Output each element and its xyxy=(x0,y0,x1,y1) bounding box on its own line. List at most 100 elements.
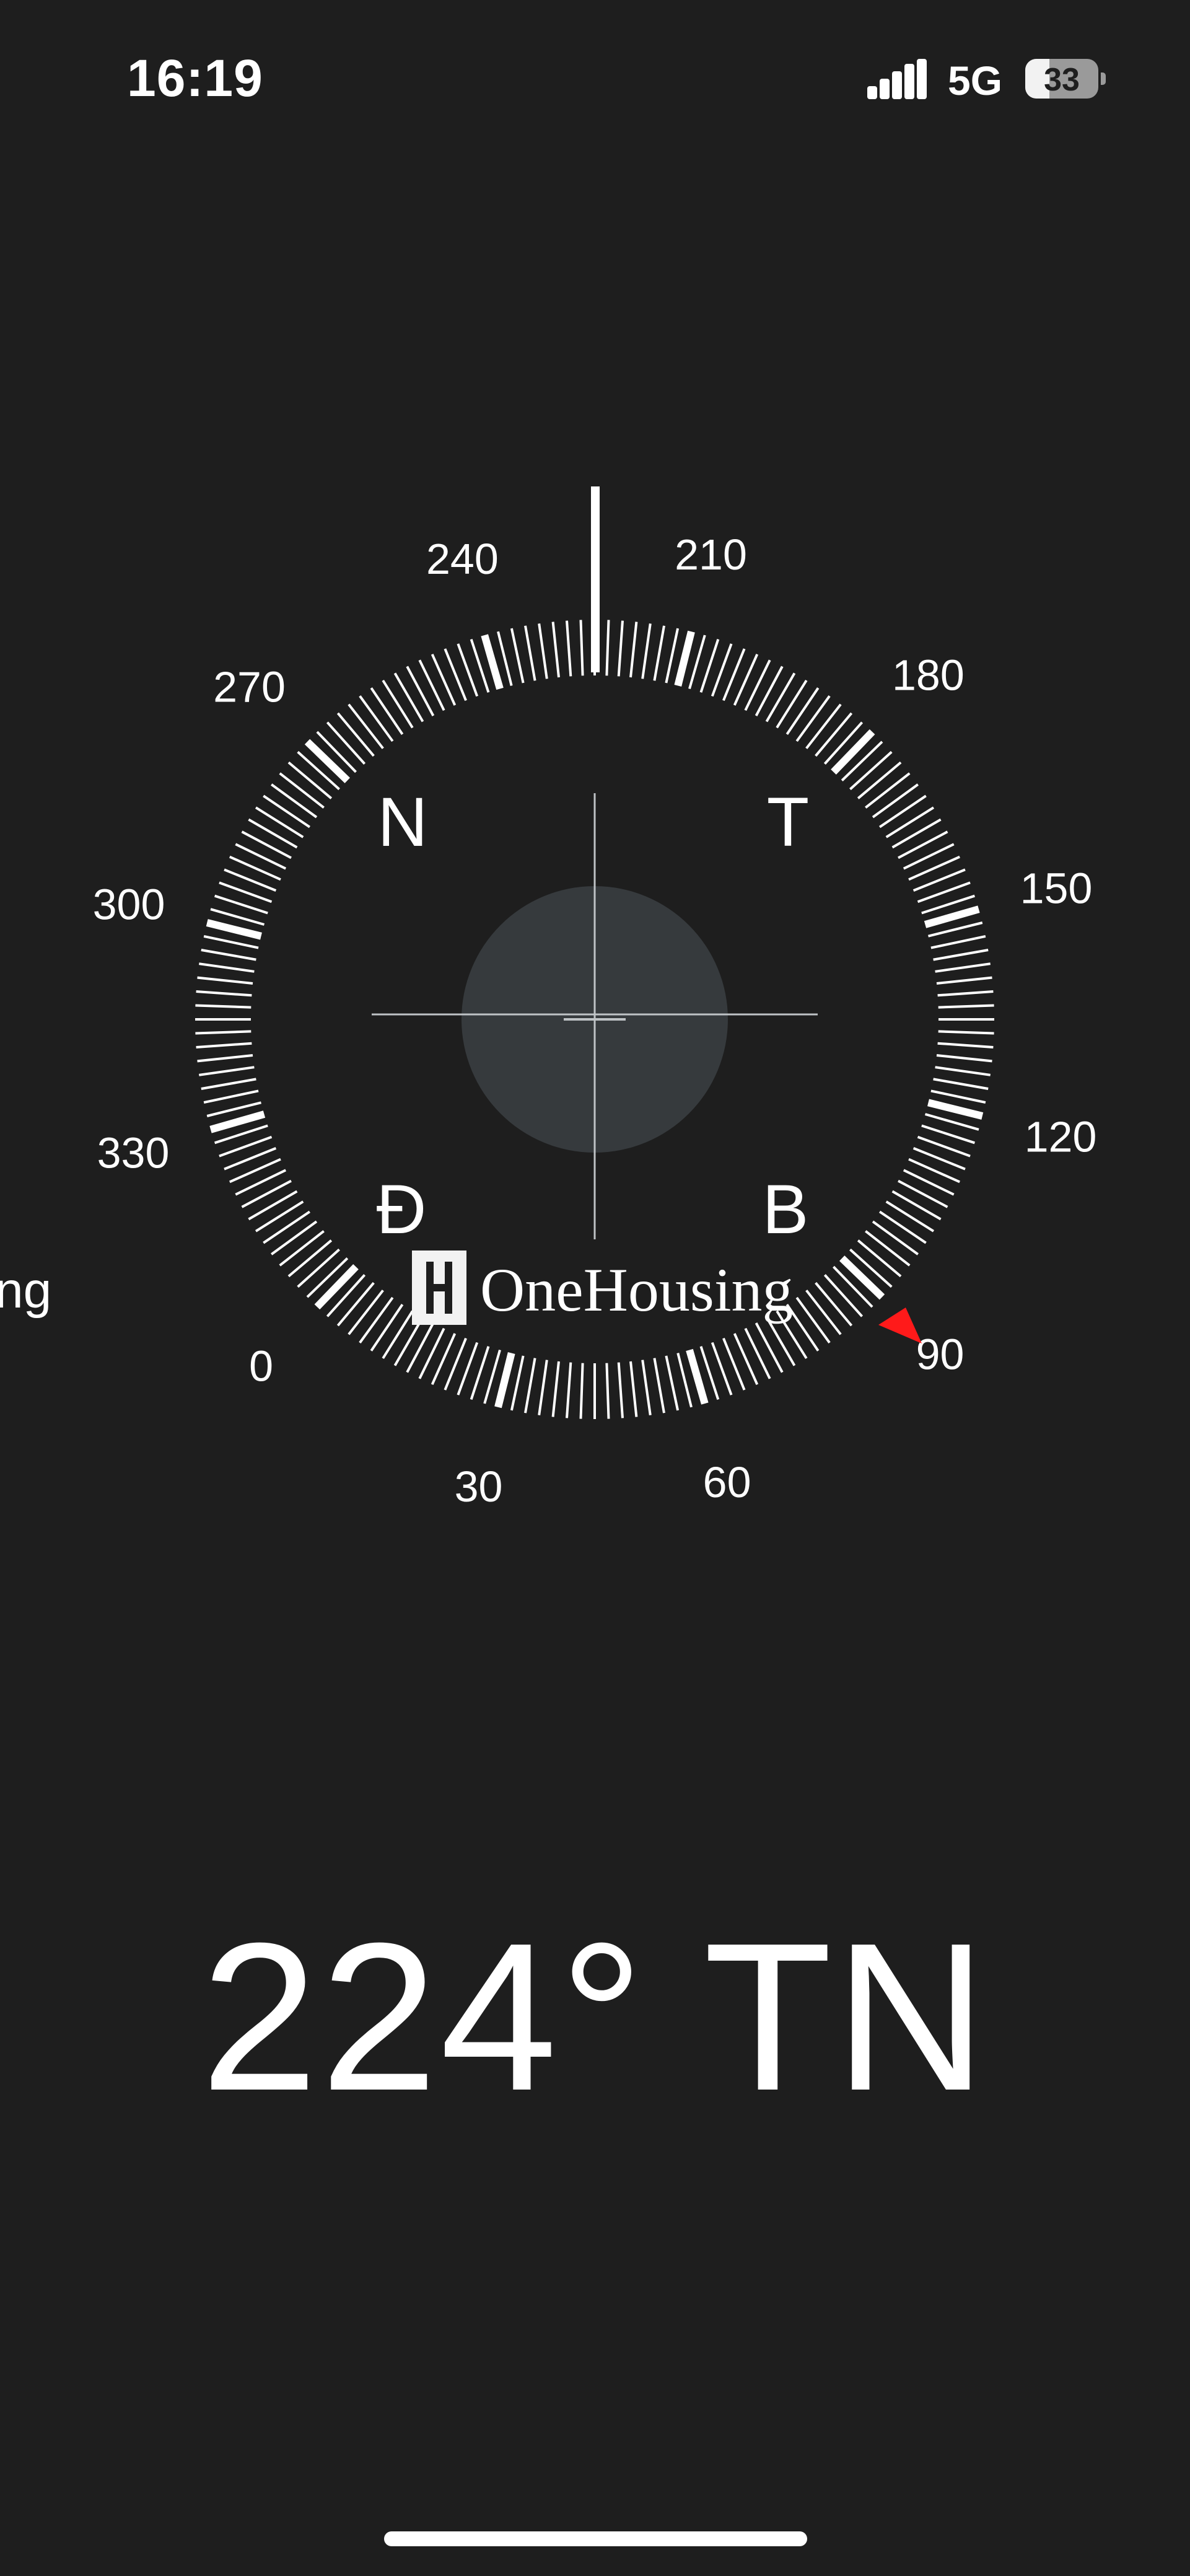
minor-tick xyxy=(196,990,252,997)
minor-tick xyxy=(930,934,986,949)
minor-tick xyxy=(197,976,253,985)
degree-label-0: 0 xyxy=(249,1342,273,1391)
minor-tick xyxy=(857,761,902,799)
cardinal-west: T xyxy=(767,783,809,861)
minor-tick xyxy=(755,1322,784,1373)
minor-tick xyxy=(255,806,304,838)
minor-tick xyxy=(199,1066,255,1076)
minor-tick xyxy=(359,1296,394,1343)
watermark-text: OneHousing xyxy=(480,1255,794,1324)
minor-tick xyxy=(765,1316,796,1366)
minor-tick xyxy=(241,830,292,859)
degree-label-30: 30 xyxy=(455,1462,503,1511)
minor-tick xyxy=(241,1179,292,1208)
minor-tick xyxy=(551,1361,560,1417)
major-tick xyxy=(314,1264,359,1310)
cardinal-south: B xyxy=(763,1171,809,1248)
minor-tick xyxy=(279,772,325,809)
minor-tick xyxy=(891,1190,942,1221)
minor-tick xyxy=(785,687,820,736)
minor-tick xyxy=(406,666,435,716)
minor-tick xyxy=(935,962,991,973)
minor-tick xyxy=(271,1220,318,1255)
minor-tick xyxy=(872,783,919,819)
minor-tick xyxy=(617,1362,624,1418)
minor-tick xyxy=(865,772,911,809)
minor-tick xyxy=(248,818,298,849)
minor-tick xyxy=(287,1239,333,1278)
minor-tick xyxy=(933,949,989,961)
minor-tick xyxy=(665,628,680,684)
minor-tick xyxy=(195,1004,252,1009)
compass-dial[interactable]: 030 6090120150180210240270300330 N T Đ B … xyxy=(0,0,1190,1673)
minor-tick xyxy=(263,794,311,829)
minor-tick xyxy=(579,620,584,676)
minor-tick xyxy=(197,1054,253,1063)
degree-label-330: 330 xyxy=(97,1129,170,1177)
minor-tick xyxy=(937,1042,994,1048)
minor-tick xyxy=(271,783,318,819)
minor-tick xyxy=(755,666,784,716)
minor-tick xyxy=(885,1200,935,1233)
minor-tick xyxy=(938,1004,994,1009)
minor-tick xyxy=(524,625,536,681)
minor-tick xyxy=(279,1230,325,1267)
minor-tick xyxy=(937,990,994,997)
minor-tick xyxy=(336,1281,375,1327)
minor-tick xyxy=(235,843,287,870)
minor-tick xyxy=(524,1358,536,1413)
watermark: OneHousing xyxy=(412,1251,794,1325)
major-tick xyxy=(674,630,695,687)
home-indicator[interactable] xyxy=(384,2531,807,2546)
minor-tick xyxy=(579,1363,584,1419)
degree-label-300: 300 xyxy=(93,881,165,929)
minor-tick xyxy=(878,1210,927,1244)
minor-tick xyxy=(199,962,255,973)
major-tick xyxy=(494,1352,515,1409)
major-tick xyxy=(839,1255,885,1300)
minor-tick xyxy=(885,806,935,838)
minor-tick xyxy=(891,818,942,849)
major-tick xyxy=(924,905,980,928)
minor-tick xyxy=(418,1327,445,1379)
degree-label-60: 60 xyxy=(703,1458,751,1506)
minor-tick xyxy=(903,1169,955,1196)
minor-tick xyxy=(936,976,992,985)
minor-tick xyxy=(336,712,375,757)
minor-tick xyxy=(196,1042,252,1048)
minor-tick xyxy=(393,672,424,723)
minor-tick xyxy=(744,1327,771,1379)
minor-tick xyxy=(255,1200,304,1233)
minor-tick xyxy=(201,1078,256,1090)
minor-tick xyxy=(815,1281,853,1327)
minor-tick xyxy=(823,1274,864,1317)
major-tick xyxy=(927,1099,984,1120)
degree-label-240: 240 xyxy=(426,535,499,583)
crosshair xyxy=(372,793,818,1239)
minor-tick xyxy=(348,703,384,749)
minor-tick xyxy=(857,1239,902,1278)
minor-tick xyxy=(605,1363,610,1419)
minor-tick xyxy=(382,1310,414,1360)
minor-tick xyxy=(370,687,404,736)
minor-tick xyxy=(203,1089,259,1104)
minor-tick xyxy=(248,1190,298,1221)
degree-label-120: 120 xyxy=(1025,1113,1097,1161)
major-tick xyxy=(686,1348,709,1405)
minor-tick xyxy=(203,934,259,949)
minor-tick xyxy=(263,1210,311,1244)
minor-tick xyxy=(938,1030,994,1035)
heading-indicator xyxy=(591,486,600,672)
minor-tick xyxy=(605,620,610,676)
minor-tick xyxy=(370,1303,404,1352)
degree-label-90: 90 xyxy=(916,1330,965,1378)
heading-readout: 224° TN xyxy=(201,1899,989,2135)
minor-tick xyxy=(665,1355,680,1411)
minor-tick xyxy=(629,622,638,678)
minor-tick xyxy=(418,659,445,711)
minor-tick xyxy=(872,1220,919,1255)
major-tick xyxy=(206,919,262,940)
minor-tick xyxy=(348,1290,384,1335)
minor-tick xyxy=(641,623,652,679)
degree-label-180: 180 xyxy=(892,651,965,700)
